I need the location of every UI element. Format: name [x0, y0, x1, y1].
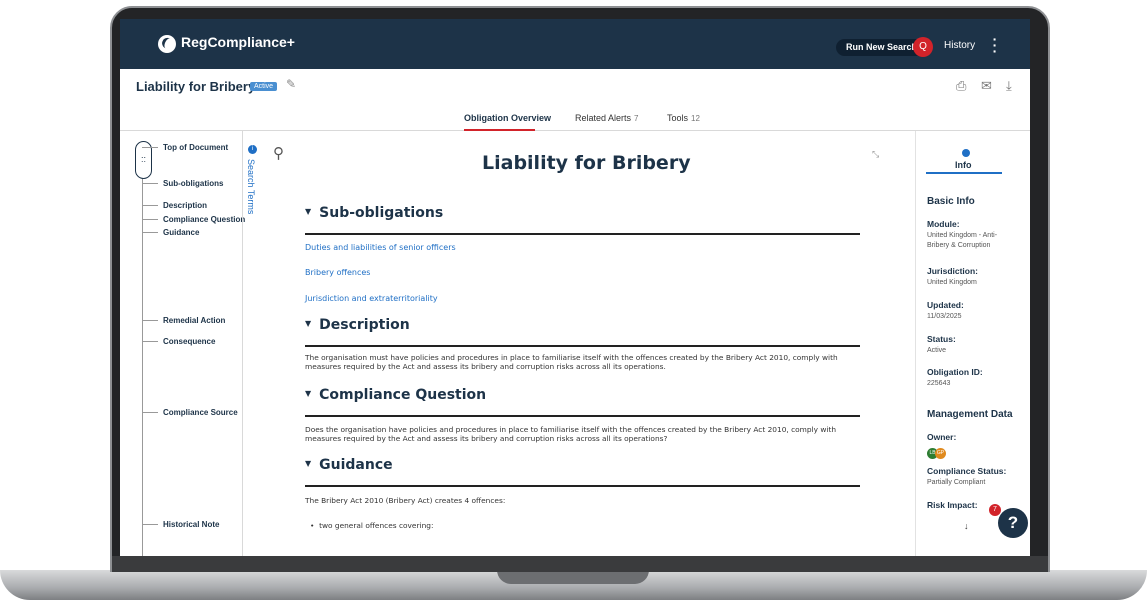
owner-label: Owner: [927, 432, 957, 442]
caret-down-icon: ▼ [305, 389, 312, 398]
nav-tick [142, 320, 158, 321]
info-icon [962, 149, 970, 157]
caret-down-icon: ▼ [305, 207, 312, 216]
section-rule [305, 415, 860, 417]
jurisdiction-label: Jurisdiction: [927, 266, 979, 276]
nav-item-sub-obligations[interactable]: Sub-obligations [163, 179, 223, 188]
tab-related-alerts[interactable]: Related Alerts 7 [575, 113, 638, 123]
more-options-icon[interactable]: · · · [992, 32, 998, 58]
search-terms-toggle[interactable]: Search Terms [246, 159, 256, 214]
tab-tools[interactable]: Tools 12 [667, 113, 700, 123]
expand-icon[interactable]: ⤡ [872, 149, 879, 160]
bullet-icon: • [310, 521, 320, 530]
download-icon[interactable]: ⤓ [1006, 78, 1012, 94]
nav-item-compliance-source[interactable]: Compliance Source [163, 408, 238, 417]
status-label: Status: [927, 334, 956, 344]
nav-tick [142, 219, 158, 220]
help-badge: 7 [989, 504, 1001, 516]
info-tab-indicator [926, 172, 1002, 174]
laptop-frame: RegCompliance+ Run New Search Q History … [0, 0, 1147, 606]
laptop-notch [497, 570, 649, 584]
app-screen: RegCompliance+ Run New Search Q History … [120, 19, 1030, 556]
nav-divider [242, 131, 243, 556]
section-heading-compliance-question[interactable]: ▼ Compliance Question [305, 387, 486, 403]
nav-tick [142, 341, 158, 342]
jurisdiction-value: United Kingdom [927, 279, 977, 286]
nav-item-description[interactable]: Description [163, 201, 207, 210]
owner-avatar[interactable]: GP [935, 448, 946, 459]
history-button[interactable]: History [944, 40, 975, 51]
management-data-heading: Management Data [927, 409, 1013, 420]
print-icon[interactable]: ⎙ [956, 78, 966, 94]
section-heading-guidance[interactable]: ▼ Guidance [305, 457, 393, 473]
module-label: Module: [927, 219, 960, 229]
caret-down-icon: ▼ [305, 459, 312, 468]
tab-obligation-overview[interactable]: Obligation Overview [464, 113, 551, 123]
section-heading-description[interactable]: ▼ Description [305, 317, 410, 333]
active-tab-indicator [464, 129, 535, 131]
nav-item-top-of-document[interactable]: Top of Document [163, 143, 228, 152]
nav-tick [142, 412, 158, 413]
description-text: The organisation must have policies and … [305, 353, 838, 371]
status-value: Active [927, 347, 947, 354]
basic-info-heading: Basic Info [927, 196, 975, 207]
obligation-id-value: 225643 [927, 380, 951, 387]
nav-tick [142, 524, 158, 525]
arrow-down-icon[interactable]: ↓ [964, 521, 969, 531]
search-icon[interactable]: Q [913, 37, 933, 57]
app-logo-text[interactable]: RegCompliance+ [181, 34, 295, 50]
status-badge: Active [250, 82, 278, 91]
updated-label: Updated: [927, 300, 964, 310]
magnifier-icon[interactable]: ⚲ [273, 144, 284, 162]
attachment-icon[interactable]: ✎ [286, 77, 296, 91]
laptop-lower-bezel [112, 556, 1048, 572]
sub-obligation-link[interactable]: Duties and liabilities of senior officer… [305, 243, 456, 252]
nav-item-historical-note[interactable]: Historical Note [163, 520, 219, 529]
main-title: Liability for Bribery [482, 152, 691, 174]
caret-down-icon: ▼ [305, 319, 312, 328]
tab-bar: Obligation Overview Related Alerts 7 Tool… [120, 111, 1030, 131]
nav-item-guidance[interactable]: Guidance [163, 228, 199, 237]
section-rule [305, 485, 860, 487]
section-rule [305, 233, 860, 235]
nav-item-compliance-question[interactable]: Compliance Question [163, 215, 245, 224]
logo-icon [158, 35, 176, 53]
nav-item-consequence[interactable]: Consequence [163, 337, 215, 346]
info-dot-icon: i [248, 145, 257, 154]
section-rule [305, 345, 860, 347]
sub-obligation-link[interactable]: Bribery offences [305, 268, 370, 277]
info-panel-divider [915, 131, 916, 556]
document-title: Liability for Bribery [136, 79, 256, 94]
guidance-text: The Bribery Act 2010 (Bribery Act) creat… [305, 496, 506, 505]
nav-tick [142, 147, 158, 148]
top-bar: RegCompliance+ Run New Search Q History … [120, 19, 1030, 69]
nav-tick [142, 205, 158, 206]
module-value: United Kingdom - Anti-Bribery & Corrupti… [927, 232, 998, 249]
sub-obligation-link[interactable]: Jurisdiction and extraterritoriality [305, 294, 438, 303]
tab-info[interactable]: Info [955, 160, 972, 170]
compliance-question-text: Does the organisation have policies and … [305, 425, 837, 443]
nav-item-remedial-action[interactable]: Remedial Action [163, 316, 225, 325]
compliance-status-label: Compliance Status: [927, 466, 1007, 476]
email-icon[interactable]: ✉ [981, 78, 992, 94]
obligation-id-label: Obligation ID: [927, 367, 983, 377]
nav-tick [142, 232, 158, 233]
updated-value: 11/03/2025 [927, 313, 962, 320]
nav-tick [142, 183, 158, 184]
section-heading-sub-obligations[interactable]: ▼ Sub-obligations [305, 205, 443, 221]
compliance-status-value: Partially Compliant [927, 479, 986, 486]
guidance-bullet: • two general offences covering: [310, 521, 870, 530]
bullet-text: two general offences covering: [319, 521, 434, 530]
help-button[interactable]: ? [998, 508, 1028, 538]
risk-impact-label: Risk Impact: [927, 500, 978, 510]
